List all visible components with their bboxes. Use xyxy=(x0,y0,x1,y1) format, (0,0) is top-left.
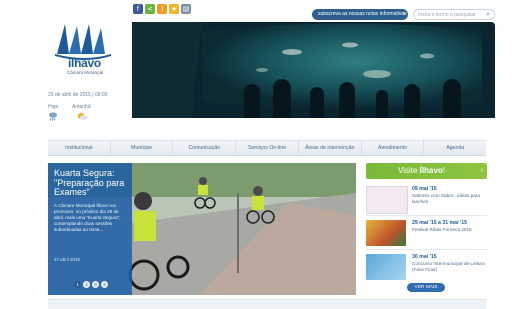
chevron-right-icon: › xyxy=(403,11,405,17)
newsletter-button[interactable]: subscreva as nossas notas informativas › xyxy=(312,9,408,20)
event-item[interactable]: 30 mai '15 Concurso Intermunicipal de Le… xyxy=(366,252,487,282)
print-icon[interactable]: ▤ xyxy=(181,4,191,14)
search-input[interactable]: Insira o termo a pesquisar ⌕ xyxy=(413,9,495,20)
weather-today-label: Hoje xyxy=(48,104,59,110)
event-date: 09 mai '15 xyxy=(412,186,437,192)
rss-icon[interactable]: ) xyxy=(157,4,167,14)
brand-subtitle: Câmara Municipal xyxy=(67,70,104,75)
hero-banner xyxy=(132,22,495,118)
brand-name: ílhavo xyxy=(68,56,101,70)
event-title[interactable]: Festival Ribás Forneca 2015 xyxy=(412,227,486,233)
divider xyxy=(366,249,487,250)
slide-dot[interactable]: 4 xyxy=(101,281,108,288)
event-item[interactable]: 09 mai '15 Sabores com Sabor...idéias pa… xyxy=(366,184,487,214)
feature-body: A Câmara Municipal Ílhavo vai promover, … xyxy=(54,202,121,233)
feature-slider[interactable]: Kuarta Segura: "Preparação para Exames" … xyxy=(48,163,356,295)
nav-item-agenda[interactable]: Agenda xyxy=(424,141,486,155)
event-thumbnail xyxy=(366,186,408,214)
nav-item-areas-intervencao[interactable]: Áreas de Intervenção xyxy=(299,141,362,155)
current-date: 29 de abril de 2015 | 09:09 xyxy=(48,92,108,98)
event-item[interactable]: 29 mai '15 a 31 mai '15 Festival Ribás F… xyxy=(366,218,487,248)
event-thumbnail xyxy=(366,254,406,280)
weather-tomorrow-label: Amanhã xyxy=(72,104,91,110)
feature-caption: Kuarta Segura: "Preparação para Exames" … xyxy=(48,163,132,295)
share-icon[interactable]: < xyxy=(145,4,155,14)
visit-prefix: Visite xyxy=(398,166,418,175)
feature-date: 27 abril 2015 xyxy=(54,257,81,262)
chevron-right-icon: › xyxy=(480,167,483,174)
weather-sun-cloud-icon xyxy=(77,112,88,120)
slide-dot[interactable]: 3 xyxy=(92,281,99,288)
visit-brand: Ílhavo xyxy=(419,166,443,175)
divider xyxy=(366,215,487,216)
event-thumbnail xyxy=(366,220,406,246)
feature-title[interactable]: Kuarta Segura: "Preparação para Exames" xyxy=(54,168,126,198)
facebook-icon[interactable]: f xyxy=(133,4,143,14)
event-date: 29 mai '15 a 31 mai '15 xyxy=(412,220,467,226)
visit-suffix: ! xyxy=(442,166,446,175)
nav-item-servicos-online[interactable]: Serviços On-line xyxy=(236,141,299,155)
nav-item-municipe[interactable]: Munícipe xyxy=(111,141,174,155)
see-more-button[interactable]: VER MAIS xyxy=(407,283,445,292)
slide-dot[interactable]: 2 xyxy=(83,281,90,288)
search-placeholder: Insira o termo a pesquisar xyxy=(418,12,476,18)
visit-ilhavo-button[interactable]: Visite Ílhavo! › xyxy=(366,163,487,179)
nav-item-institucional[interactable]: Institucional xyxy=(48,141,111,155)
aquarium-image xyxy=(132,22,495,118)
nav-item-comunicacao[interactable]: Comunicação xyxy=(173,141,237,155)
slider-pagination: 1 2 3 4 xyxy=(74,281,108,288)
event-title[interactable]: Sabores com Sabor...idéias para lanches xyxy=(412,193,486,204)
event-title[interactable]: Concurso Intermunicipal de Leitura (Fase… xyxy=(412,261,486,272)
nav-item-atendimento[interactable]: Atendimento xyxy=(362,141,425,155)
slide-dot[interactable]: 1 xyxy=(74,281,81,288)
main-nav: Institucional Munícipe Comunicação Servi… xyxy=(48,140,486,156)
star-icon[interactable]: ★ xyxy=(169,4,179,14)
newsletter-label: subscreva as nossas notas informativas xyxy=(318,11,407,17)
social-bar: f < ) ★ ▤ xyxy=(133,4,191,14)
weather-rain-icon xyxy=(49,112,57,121)
event-date: 30 mai '15 xyxy=(412,254,437,260)
search-icon[interactable]: ⌕ xyxy=(486,10,490,20)
